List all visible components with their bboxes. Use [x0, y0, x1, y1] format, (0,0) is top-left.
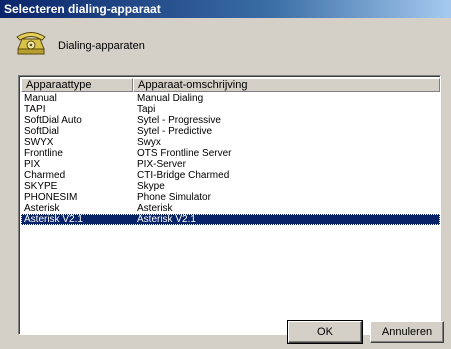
cell-description: PIX-Server	[137, 159, 186, 170]
cell-type: SoftDial Auto	[24, 115, 82, 126]
cell-description: Swyx	[137, 137, 161, 148]
cell-description: Phone Simulator	[137, 192, 211, 203]
window-title: Selecteren dialing-apparaat	[4, 2, 161, 16]
list-row[interactable]: SoftDial Sytel - Predictive	[21, 126, 440, 137]
cell-description: Sytel - Progressive	[137, 115, 221, 126]
cell-type: PHONESIM	[24, 192, 78, 203]
list-row[interactable]: PHONESIM Phone Simulator	[21, 192, 440, 203]
dialog-window: Selecteren dialing-apparaat Dialing-appa…	[0, 0, 451, 349]
cell-description: Skype	[137, 181, 165, 192]
title-bar[interactable]: Selecteren dialing-apparaat	[0, 0, 451, 18]
ok-button[interactable]: OK	[287, 320, 363, 344]
device-list[interactable]: Apparaattype Apparaat-omschrijving Manua…	[18, 75, 441, 335]
column-header-type[interactable]: Apparaattype	[21, 78, 133, 92]
cell-type: SoftDial	[24, 126, 60, 137]
list-rows: Manual Manual Dialing TAPI Tapi SoftDial A…	[21, 93, 440, 225]
cell-type: SWYX	[24, 137, 54, 148]
cell-description: Sytel - Predictive	[137, 126, 213, 137]
list-row[interactable]: Frontline OTS Frontline Server	[21, 148, 440, 159]
list-row[interactable]: PIX PIX-Server	[21, 159, 440, 170]
cell-type: Manual	[24, 93, 57, 104]
list-header: Apparaattype Apparaat-omschrijving	[21, 78, 440, 92]
list-row[interactable]: TAPI Tapi	[21, 104, 440, 115]
list-row[interactable]: SWYX Swyx	[21, 137, 440, 148]
dialing-devices-label: Dialing-apparaten	[58, 40, 145, 52]
cell-type: Charmed	[24, 170, 66, 181]
cancel-button[interactable]: Annuleren	[370, 321, 444, 343]
cell-description: Asterisk V2.1	[137, 214, 196, 225]
cell-type: SKYPE	[24, 181, 58, 192]
list-row[interactable]: SoftDial Auto Sytel - Progressive	[21, 115, 440, 126]
cell-type: TAPI	[24, 104, 46, 115]
cell-description: Manual Dialing	[137, 93, 204, 104]
column-header-description[interactable]: Apparaat-omschrijving	[133, 78, 440, 92]
telephone-icon	[14, 27, 48, 57]
list-row[interactable]: Charmed CTI-Bridge Charmed	[21, 170, 440, 181]
list-row-selected[interactable]: Asterisk V2.1 Asterisk V2.1	[21, 214, 440, 225]
cell-type: PIX	[24, 159, 41, 170]
cell-description: Tapi	[137, 104, 156, 115]
cell-description: CTI-Bridge Charmed	[137, 170, 230, 181]
cell-type: Asterisk V2.1	[24, 214, 83, 225]
list-row[interactable]: SKYPE Skype	[21, 181, 440, 192]
cell-type: Frontline	[24, 148, 63, 159]
cell-description: Asterisk	[137, 203, 173, 214]
list-row[interactable]: Asterisk Asterisk	[21, 203, 440, 214]
list-row[interactable]: Manual Manual Dialing	[21, 93, 440, 104]
cell-description: OTS Frontline Server	[137, 148, 232, 159]
cell-type: Asterisk	[24, 203, 60, 214]
